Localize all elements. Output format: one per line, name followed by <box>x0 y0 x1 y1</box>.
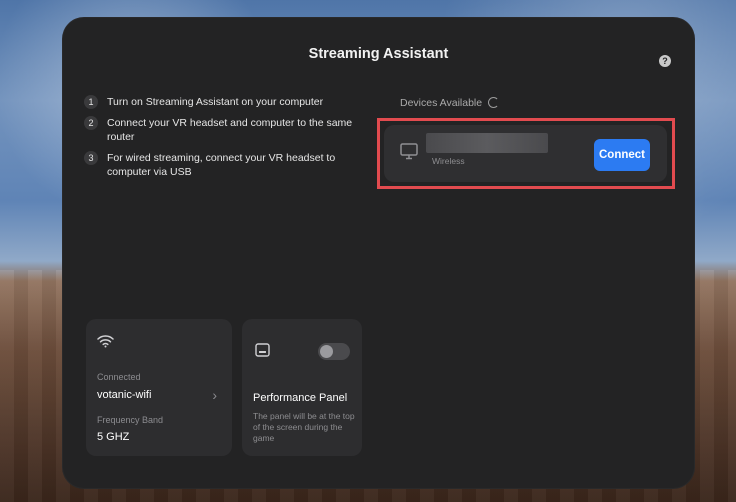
loading-spinner-icon <box>488 97 500 108</box>
device-name-redacted <box>426 133 548 153</box>
step-number: 3 <box>84 151 98 165</box>
instruction-steps: 1 Turn on Streaming Assistant on your co… <box>84 95 369 186</box>
wifi-icon <box>97 335 114 348</box>
streaming-assistant-panel: Streaming Assistant ? 1 Turn on Streamin… <box>62 17 695 489</box>
step-text: For wired streaming, connect your VR hea… <box>107 152 336 178</box>
devices-available-label: Devices Available <box>400 97 500 109</box>
help-icon[interactable]: ? <box>659 55 671 67</box>
toggle-knob <box>320 345 333 358</box>
monitor-icon <box>400 143 418 160</box>
device-type: Wireless <box>432 156 465 166</box>
frequency-band-label: Frequency Band <box>97 415 164 425</box>
step-3: 3 For wired streaming, connect your VR h… <box>84 151 369 179</box>
performance-panel-title: Performance Panel <box>253 392 348 404</box>
step-2: 2 Connect your VR headset and computer t… <box>84 116 369 144</box>
step-1: 1 Turn on Streaming Assistant on your co… <box>84 95 369 109</box>
performance-panel-card: Performance Panel The panel will be at t… <box>242 319 362 456</box>
wifi-card[interactable]: Connected votanic-wifi › Frequency Band … <box>86 319 232 456</box>
frequency-band-value: 5 GHZ <box>97 431 130 443</box>
performance-panel-toggle[interactable] <box>318 343 350 360</box>
performance-panel-icon <box>255 343 270 357</box>
wifi-connected-label: Connected <box>97 372 141 382</box>
device-card[interactable]: Wireless Connect <box>384 125 667 182</box>
devices-available-text: Devices Available <box>400 97 483 109</box>
step-text: Turn on Streaming Assistant on your comp… <box>107 96 324 108</box>
step-text: Connect your VR headset and computer to … <box>107 117 353 143</box>
performance-panel-description: The panel will be at the top of the scre… <box>253 411 355 443</box>
wifi-ssid: votanic-wifi <box>97 389 152 401</box>
step-number: 2 <box>84 116 98 130</box>
step-number: 1 <box>84 95 98 109</box>
page-title: Streaming Assistant <box>308 46 449 62</box>
connect-button[interactable]: Connect <box>594 139 650 171</box>
chevron-right-icon[interactable]: › <box>212 388 217 402</box>
